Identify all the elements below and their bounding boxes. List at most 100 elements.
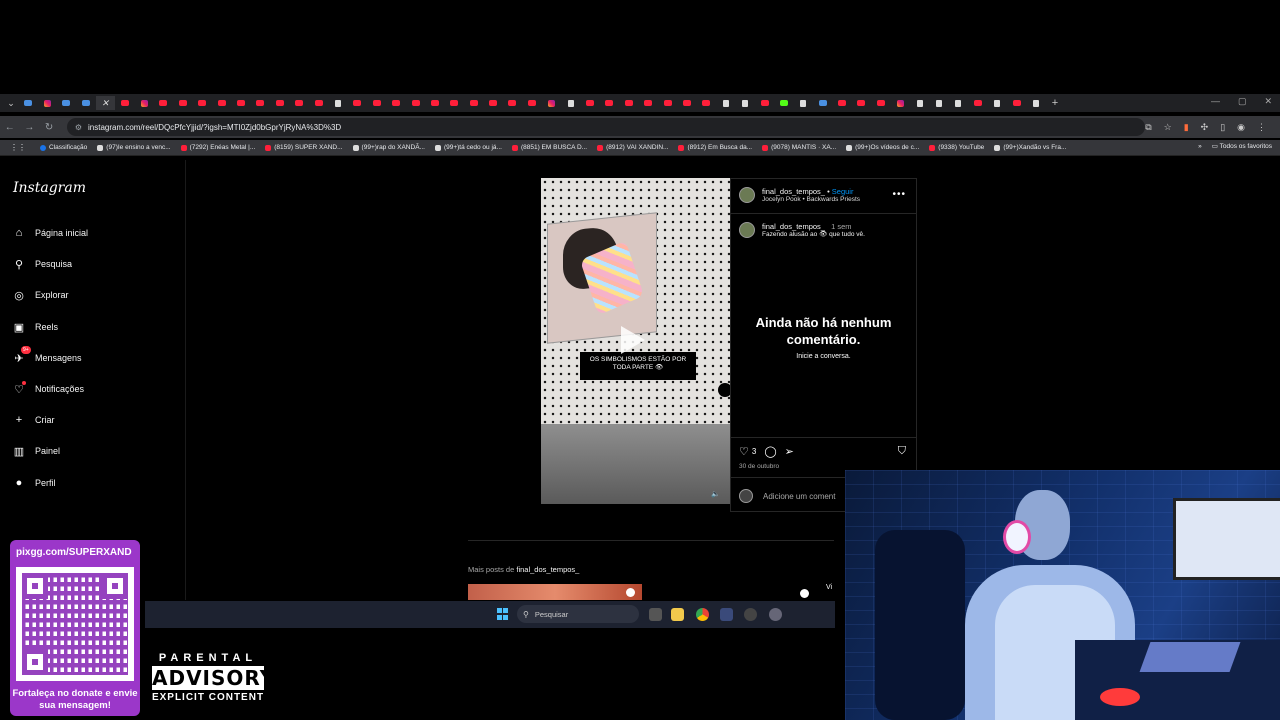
browser-tab[interactable]: [832, 96, 851, 110]
file-explorer-icon[interactable]: [671, 608, 684, 621]
browser-tab[interactable]: [639, 96, 658, 110]
play-icon[interactable]: [621, 326, 645, 354]
browser-tab[interactable]: [115, 96, 134, 110]
bookmark-item[interactable]: (8912) VAI XANDIN...: [597, 144, 668, 151]
bookmark-item[interactable]: (99+)Xandão vs Fra...: [994, 144, 1066, 151]
browser-tab[interactable]: [949, 96, 968, 110]
browser-tab[interactable]: [328, 96, 347, 110]
browser-tab[interactable]: [813, 96, 832, 110]
browser-tab[interactable]: [988, 96, 1007, 110]
browser-tab[interactable]: [677, 96, 696, 110]
browser-tab[interactable]: [193, 96, 212, 110]
browser-tab[interactable]: [445, 96, 464, 110]
site-info-icon[interactable]: ⚙: [75, 123, 82, 132]
comment-icon[interactable]: ◯: [764, 445, 776, 458]
browser-tab[interactable]: [270, 96, 289, 110]
browser-tab[interactable]: [386, 96, 405, 110]
more-posts-user[interactable]: final_dos_tempos_: [516, 565, 579, 574]
browser-tab[interactable]: [1007, 96, 1026, 110]
browser-tab[interactable]: [154, 96, 173, 110]
menu-icon[interactable]: ⋮: [1257, 122, 1266, 133]
url-input[interactable]: ⚙ instagram.com/reel/DQcPfcYjjid/?igsh=M…: [66, 118, 1146, 136]
taskbar-search[interactable]: ⚲ Pesquisar: [517, 605, 639, 623]
author-username[interactable]: final_dos_tempos_: [762, 187, 825, 196]
browser-tab[interactable]: [542, 96, 561, 110]
browser-tab[interactable]: [716, 96, 735, 110]
browser-tab[interactable]: [522, 96, 541, 110]
bookmark-item[interactable]: (9338) YouTube: [929, 144, 984, 151]
audio-label[interactable]: Jocelyn Pook • Backwards Priests: [762, 196, 860, 204]
nav-item-3[interactable]: ◎ Explorar: [12, 288, 68, 302]
nav-item-7[interactable]: + Criar: [12, 413, 55, 427]
close-window-icon[interactable]: ✕: [1264, 96, 1272, 107]
browser-tab[interactable]: [774, 96, 793, 110]
browser-tab[interactable]: [406, 96, 425, 110]
browser-tab[interactable]: [251, 96, 270, 110]
minimize-icon[interactable]: —: [1211, 96, 1220, 107]
more-bookmarks-icon[interactable]: »: [1198, 143, 1202, 150]
browser-tab[interactable]: [619, 96, 638, 110]
chrome-icon[interactable]: [696, 608, 709, 621]
browser-tab[interactable]: [134, 96, 153, 110]
browser-tab[interactable]: [755, 96, 774, 110]
browser-tab[interactable]: [735, 96, 754, 110]
steam-icon[interactable]: [720, 608, 733, 621]
browser-tab[interactable]: [173, 96, 192, 110]
extension-icon[interactable]: ▮: [1184, 122, 1189, 133]
browser-tab[interactable]: [212, 96, 231, 110]
browser-tab[interactable]: [348, 96, 367, 110]
nav-item-5[interactable]: ✈ Mensagens 9+: [12, 346, 82, 365]
mute-icon[interactable]: 🔈: [711, 490, 720, 498]
more-options-icon[interactable]: •••: [892, 189, 906, 200]
forward-icon[interactable]: →: [20, 122, 40, 133]
caption-avatar[interactable]: [739, 222, 755, 239]
nav-item-9[interactable]: ● Perfil: [12, 476, 56, 490]
bookmark-item[interactable]: (9078) MANTIS · XA...: [762, 144, 836, 151]
author-avatar[interactable]: [739, 187, 755, 204]
puzzle-icon[interactable]: ✣: [1201, 122, 1209, 133]
bookmark-item[interactable]: (97)Ie ensino a venc...: [97, 144, 171, 151]
maximize-icon[interactable]: ▢: [1238, 96, 1247, 107]
nav-item-8[interactable]: ▥ Painel: [12, 444, 60, 458]
nav-item-4[interactable]: ▣ Reels: [12, 320, 58, 334]
browser-tab[interactable]: [57, 96, 76, 110]
star-icon[interactable]: ☆: [1164, 122, 1172, 133]
bookmark-item[interactable]: (7292) Enéas Metal |...: [180, 144, 255, 151]
browser-tab[interactable]: [1026, 96, 1045, 110]
tab-search-dropdown-icon[interactable]: ⌄: [4, 96, 18, 110]
nav-item-1[interactable]: ⌂ Página inicial: [12, 226, 88, 240]
bookmark-item[interactable]: (99+)tá cedo ou já...: [434, 144, 502, 151]
install-icon[interactable]: ⧉: [1145, 122, 1151, 133]
browser-tab[interactable]: [580, 96, 599, 110]
nav-item-6[interactable]: ♡ Notificações: [12, 381, 84, 396]
new-tab-icon[interactable]: +: [1052, 97, 1058, 109]
browser-tab[interactable]: [852, 96, 871, 110]
profile-icon[interactable]: ◉: [1237, 122, 1245, 133]
browser-tab[interactable]: [18, 96, 37, 110]
browser-tab[interactable]: [309, 96, 328, 110]
share-icon[interactable]: ➢: [785, 445, 794, 458]
browser-tab[interactable]: [289, 96, 308, 110]
obs-icon[interactable]: [744, 608, 757, 621]
browser-tab[interactable]: [871, 96, 890, 110]
browser-tab[interactable]: [425, 96, 444, 110]
caption-username[interactable]: final_dos_tempos_: [762, 222, 825, 231]
side-panel-icon[interactable]: ▯: [1220, 122, 1225, 133]
follow-button[interactable]: Seguir: [832, 187, 854, 196]
browser-tab[interactable]: [76, 96, 95, 110]
reload-icon[interactable]: ↻: [39, 122, 59, 133]
browser-tab[interactable]: [697, 96, 716, 110]
browser-tab[interactable]: [658, 96, 677, 110]
bookmark-item[interactable]: (99+)Os vídeos de c...: [846, 144, 919, 151]
browser-tab[interactable]: [561, 96, 580, 110]
browser-tab[interactable]: [929, 96, 948, 110]
instagram-logo[interactable]: Instagram: [13, 180, 86, 196]
browser-tab[interactable]: [37, 96, 56, 110]
browser-tab[interactable]: [794, 96, 813, 110]
back-icon[interactable]: ←: [0, 122, 20, 133]
bookmark-item[interactable]: (8159) SUPER XAND...: [265, 144, 343, 151]
browser-tab[interactable]: [910, 96, 929, 110]
bookmark-item[interactable]: (99+)rap do XANDÃ...: [352, 144, 425, 151]
browser-tab[interactable]: [367, 96, 386, 110]
more-post-thumbnail[interactable]: [468, 584, 642, 600]
